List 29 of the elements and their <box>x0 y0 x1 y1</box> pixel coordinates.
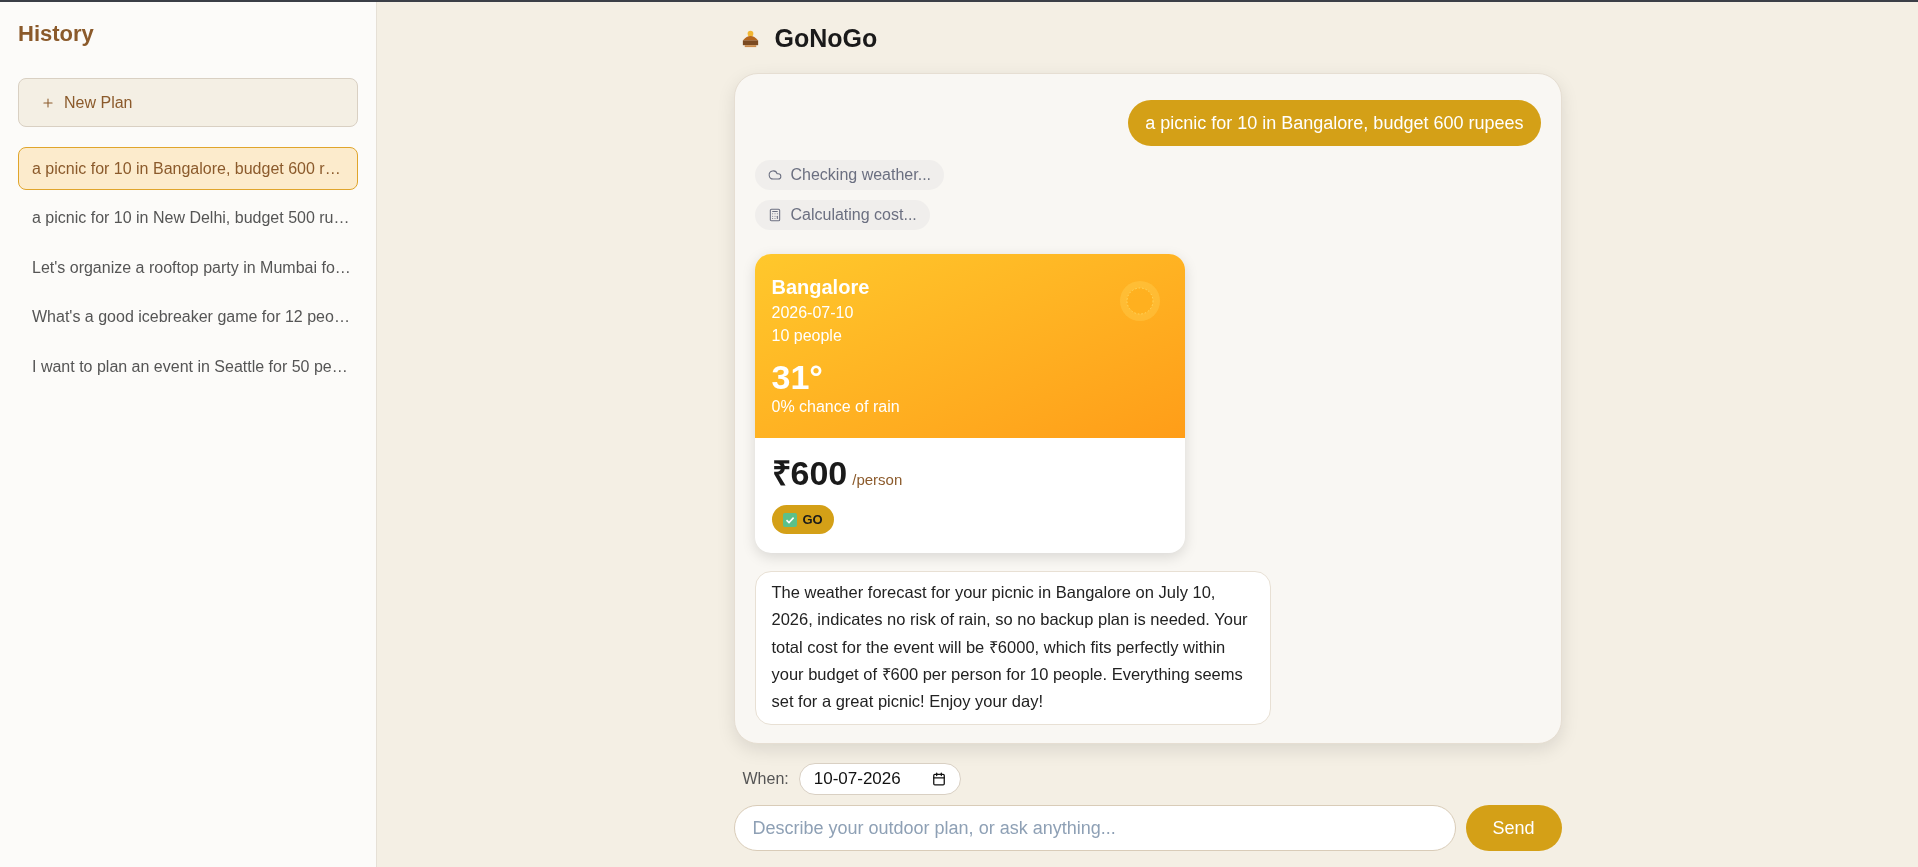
app-title: GoNoGo <box>774 23 878 53</box>
rain-chance: 0% chance of rain <box>771 397 900 417</box>
verdict-label: GO <box>802 510 823 529</box>
status-text: Calculating cost... <box>790 205 917 225</box>
history-item[interactable]: a picnic for 10 in Bangalore, budget 600 r… <box>18 147 358 190</box>
price: ₹600 <box>771 453 848 493</box>
temperature: 31° <box>771 357 824 397</box>
history-item[interactable]: Let's organize a rooftop party in Mumbai fo… <box>18 246 358 289</box>
history-item[interactable]: What's a good icebreaker game for 12 peo… <box>18 295 358 339</box>
date-label: When: <box>742 769 789 789</box>
history-item[interactable]: a picnic for 10 in New Delhi, budget 500 ru… <box>18 196 358 240</box>
people-count: 10 people <box>771 326 843 346</box>
history-item[interactable]: I want to plan an event in Seattle for 50 pe… <box>18 345 358 388</box>
sidebar-title: History <box>18 20 95 48</box>
message-input[interactable]: Describe your outdoor plan, or ask anything... <box>733 805 1456 851</box>
new-plan-button[interactable]: New Plan <box>18 78 358 127</box>
plus-icon <box>41 95 55 110</box>
calculator-icon <box>767 208 782 222</box>
user-message: a picnic for 10 in Bangalore, budget 600 rupees <box>1128 100 1541 146</box>
check-icon <box>782 512 797 527</box>
price-unit: /person <box>852 470 903 490</box>
calendar-icon <box>931 772 946 786</box>
assistant-message: The weather forecast for your picnic in Bangalore on July 10, 2026, indicates no risk of rain, so no backup plan is needed. Your total cost for the event will be ₹6000, which fits perfectly within your budget of ₹600 per person for 10 people. Everything seems set for a great picnic! Enjoy your day! <box>754 571 1271 726</box>
cloud-icon <box>767 168 782 182</box>
status-text: Checking weather... <box>790 165 932 185</box>
date-field[interactable]: 10-07-2026 <box>798 763 961 795</box>
forecast-date: 2026-07-10 <box>771 303 855 323</box>
city-name: Bangalore <box>771 275 871 299</box>
sun-icon <box>1119 281 1160 321</box>
